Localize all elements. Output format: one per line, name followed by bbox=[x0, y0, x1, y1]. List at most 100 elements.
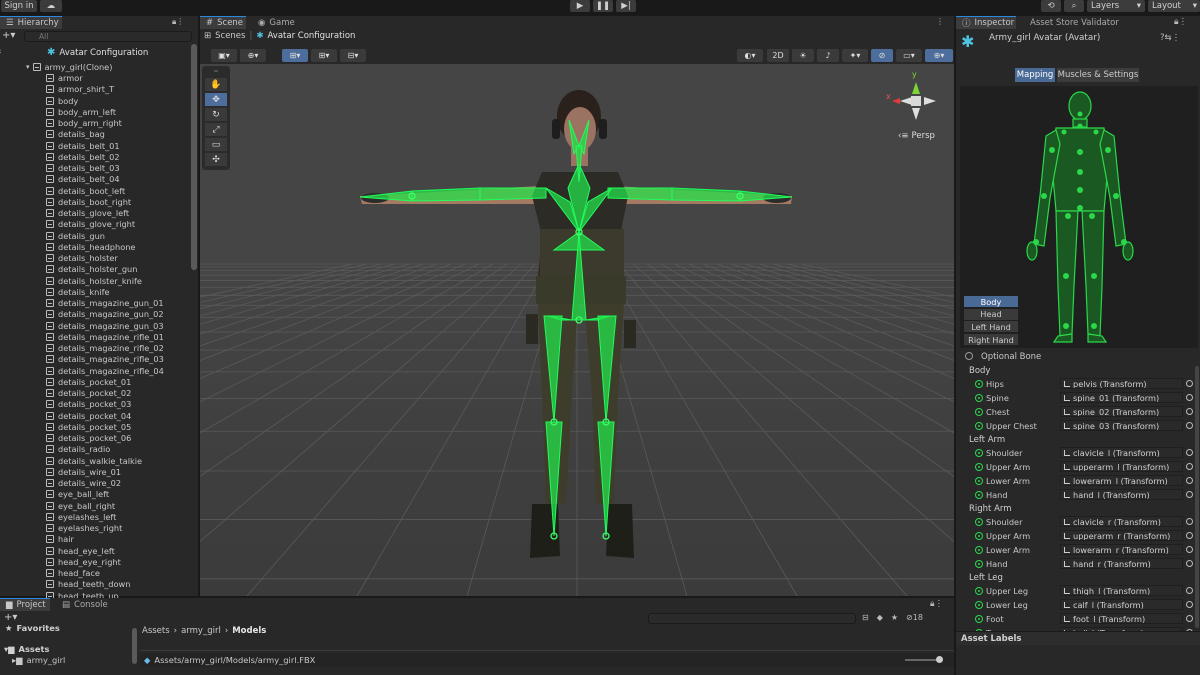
mapping-tab[interactable]: Mapping bbox=[1015, 68, 1055, 82]
crumb-models[interactable]: Models bbox=[232, 626, 266, 636]
bone-transform-field[interactable]: calf_l (Transform) bbox=[1060, 599, 1183, 610]
favorites-item[interactable]: ★ Favorites bbox=[5, 623, 60, 633]
object-picker-icon[interactable] bbox=[1186, 615, 1193, 622]
step-icon[interactable]: ▶| bbox=[616, 0, 636, 12]
bone-transform-field[interactable]: hand_l (Transform) bbox=[1060, 489, 1183, 500]
object-picker-icon[interactable] bbox=[1186, 601, 1193, 608]
play-icon[interactable]: ▶ bbox=[570, 0, 590, 12]
object-picker-icon[interactable] bbox=[1186, 463, 1193, 470]
pause-icon[interactable]: ❚❚ bbox=[593, 0, 613, 12]
bone-transform-field[interactable]: clavicle_r (Transform) bbox=[1060, 516, 1183, 527]
cloud-icon[interactable]: ☁ bbox=[40, 0, 62, 12]
lighting-icon[interactable]: ☀ bbox=[792, 49, 814, 62]
bone-transform-field[interactable]: spine_02 (Transform) bbox=[1060, 406, 1183, 417]
hierarchy-root[interactable]: ▾ army_girl(Clone) bbox=[26, 61, 214, 72]
audio-icon[interactable]: ♪ bbox=[817, 49, 839, 62]
add-icon[interactable]: +▾ bbox=[4, 612, 17, 623]
breadcrumb-scenes[interactable]: Scenes bbox=[215, 31, 245, 41]
bone-transform-field[interactable]: spine_03 (Transform) bbox=[1060, 420, 1183, 431]
bone-group-header[interactable]: Left Arm bbox=[969, 435, 1005, 445]
body-part-button[interactable]: Head bbox=[964, 308, 1018, 320]
bone-transform-field[interactable]: lowerarm_l (Transform) bbox=[1060, 475, 1183, 486]
layers-dropdown[interactable]: Layers ▾ bbox=[1087, 0, 1145, 12]
object-picker-icon[interactable] bbox=[1186, 491, 1193, 498]
orientation-gizmo[interactable] bbox=[892, 82, 936, 120]
perspective-label[interactable]: ‹≡ Persp bbox=[898, 131, 935, 141]
object-picker-icon[interactable] bbox=[1186, 449, 1193, 456]
breadcrumb-current[interactable]: Avatar Configuration bbox=[267, 31, 355, 41]
body-part-button[interactable]: Body bbox=[964, 296, 1018, 307]
grid-snap-button[interactable]: ⊞▾ bbox=[282, 49, 308, 62]
bone-transform-field[interactable]: spine_01 (Transform) bbox=[1060, 392, 1183, 403]
shading-mode-button[interactable]: ◐▾ bbox=[737, 49, 763, 62]
project-search-input[interactable] bbox=[648, 613, 856, 624]
rect-tool-icon[interactable]: ▭ bbox=[205, 138, 227, 151]
body-part-button[interactable]: Left Hand bbox=[964, 321, 1018, 333]
bone-transform-field[interactable]: pelvis (Transform) bbox=[1060, 378, 1183, 389]
scene-viewport[interactable]: y x ‹≡ Persp ═ ✋ ✥ ↻ ⤢ ▭ ✣ bbox=[200, 64, 954, 596]
bone-group-header[interactable]: Body bbox=[969, 366, 990, 376]
history-icon[interactable]: ⟲ bbox=[1041, 0, 1061, 12]
bone-group-header[interactable]: Right Arm bbox=[969, 504, 1012, 514]
asset-labels-header[interactable]: Asset Labels bbox=[956, 631, 1200, 645]
back-icon[interactable]: ‹ bbox=[0, 47, 2, 57]
filter-icon[interactable]: ⊟ bbox=[862, 613, 869, 622]
label-icon[interactable]: ◆ bbox=[877, 613, 883, 622]
add-icon[interactable]: +▾ bbox=[2, 30, 15, 41]
sign-in-button[interactable]: Sign in bbox=[1, 0, 37, 12]
tab-scene[interactable]: # Scene bbox=[200, 16, 246, 29]
object-picker-icon[interactable] bbox=[1186, 587, 1193, 594]
object-picker-icon[interactable] bbox=[1186, 477, 1193, 484]
rotate-tool-icon[interactable]: ↻ bbox=[205, 108, 227, 121]
hierarchy-scrollbar[interactable] bbox=[191, 44, 197, 270]
effects-icon[interactable]: ✦▾ bbox=[842, 49, 868, 62]
character-model[interactable] bbox=[200, 64, 954, 596]
gizmos-icon[interactable]: ⊕▾ bbox=[925, 49, 953, 62]
project-filter-icons[interactable]: ⊟ ◆ ★ ⊘18 bbox=[862, 613, 923, 622]
hierarchy-search-input[interactable]: All bbox=[24, 31, 192, 42]
header-menu-icons[interactable]: ?⇆⋮ bbox=[1160, 33, 1180, 43]
layout-dropdown[interactable]: Layout ▾ bbox=[1148, 0, 1200, 12]
bone-transform-field[interactable]: foot_l (Transform) bbox=[1060, 613, 1183, 624]
draw-mode-button[interactable]: ▣▾ bbox=[211, 49, 237, 62]
tab-project[interactable]: ▆ Project bbox=[0, 598, 50, 611]
bone-transform-field[interactable]: upperarm_r (Transform) bbox=[1060, 530, 1183, 541]
camera-icon[interactable]: ▭▾ bbox=[896, 49, 922, 62]
2d-toggle[interactable]: 2D bbox=[767, 49, 789, 62]
search-icon[interactable]: ⌕ bbox=[1064, 0, 1084, 12]
tab-game[interactable]: ◉ Game bbox=[252, 16, 298, 29]
globe-dropdown[interactable]: ⊕▾ bbox=[240, 49, 266, 62]
more-icon[interactable]: 🔒︎⋮ bbox=[930, 599, 943, 609]
tab-inspector[interactable]: ⓘ Inspector bbox=[956, 16, 1016, 29]
hand-tool-icon[interactable]: ✋ bbox=[205, 78, 227, 91]
crumb-army-girl[interactable]: army_girl bbox=[181, 626, 221, 636]
hidden-objects-icon[interactable]: ⊘ bbox=[871, 49, 893, 62]
crumb-assets[interactable]: Assets bbox=[142, 626, 170, 636]
project-tree-scrollbar[interactable] bbox=[132, 628, 137, 664]
ruler-button[interactable]: ⊟▾ bbox=[340, 49, 366, 62]
increment-snap-button[interactable]: ⊞▾ bbox=[311, 49, 337, 62]
lock-icon[interactable]: 🔒︎⋮ bbox=[1174, 17, 1187, 27]
object-picker-icon[interactable] bbox=[1186, 380, 1193, 387]
transform-tool-icon[interactable]: ✣ bbox=[205, 153, 227, 166]
assets-folder[interactable]: ▾▆ Assets bbox=[4, 644, 49, 654]
muscles-settings-tab[interactable]: Muscles & Settings bbox=[1057, 68, 1139, 82]
object-picker-icon[interactable] bbox=[1186, 422, 1193, 429]
bone-transform-field[interactable]: lowerarm_r (Transform) bbox=[1060, 544, 1183, 555]
bone-transform-field[interactable]: clavicle_l (Transform) bbox=[1060, 447, 1183, 458]
object-picker-icon[interactable] bbox=[1186, 546, 1193, 553]
bone-transform-field[interactable]: thigh_l (Transform) bbox=[1060, 585, 1183, 596]
tab-hierarchy[interactable]: ☰ Hierarchy bbox=[0, 16, 62, 29]
scale-tool-icon[interactable]: ⤢ bbox=[205, 123, 227, 136]
object-picker-icon[interactable] bbox=[1186, 560, 1193, 567]
bone-transform-field[interactable]: hand_r (Transform) bbox=[1060, 558, 1183, 569]
army-girl-folder[interactable]: ▸▆ army_girl bbox=[12, 655, 65, 665]
drag-handle-icon[interactable]: ═ bbox=[205, 68, 227, 75]
body-part-button[interactable]: Right Hand bbox=[964, 334, 1018, 346]
bone-transform-field[interactable]: upperarm_l (Transform) bbox=[1060, 461, 1183, 472]
tab-asset-store-validator[interactable]: Asset Store Validator bbox=[1024, 16, 1126, 29]
more-icon[interactable]: ⋮ bbox=[936, 17, 944, 26]
object-picker-icon[interactable] bbox=[1186, 408, 1193, 415]
inspector-scrollbar[interactable] bbox=[1195, 366, 1199, 628]
lock-icon[interactable]: 🔒︎⋮ bbox=[172, 17, 184, 27]
